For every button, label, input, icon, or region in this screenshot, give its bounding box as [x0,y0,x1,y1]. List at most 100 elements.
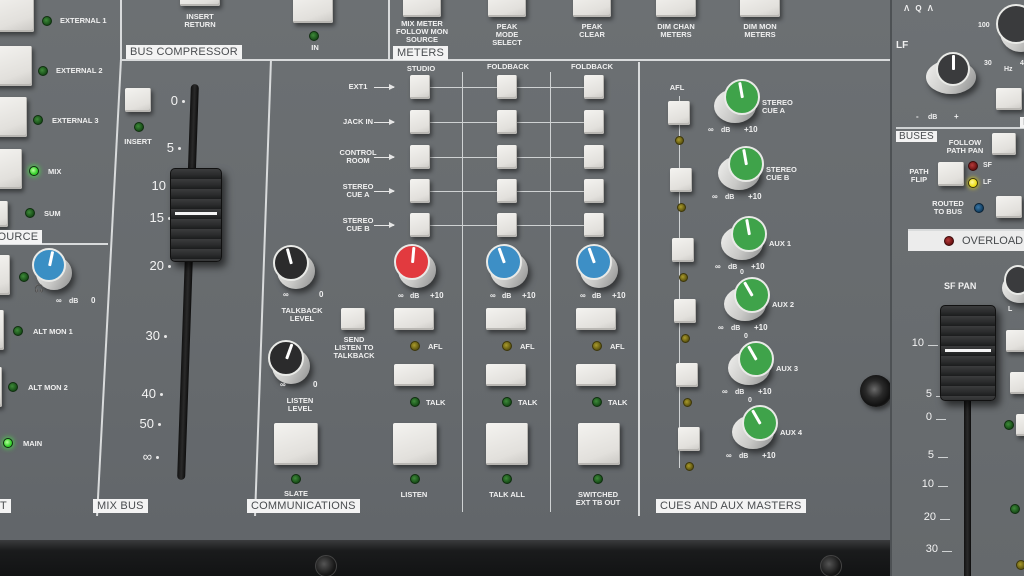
fader-scale-tick: 20 [149,258,164,273]
source-sum-button[interactable] [0,201,8,227]
cue-afl-button[interactable] [674,299,696,323]
insert-return-label: INSERT RETURN [184,12,216,29]
mix-meter-follow-button[interactable] [403,0,441,17]
path-flip-button[interactable] [938,162,964,186]
lf-bell-button[interactable] [996,88,1022,110]
channel-button-3[interactable] [1016,414,1024,436]
fader-scale-tick: 50 [139,416,154,431]
matrix-button-row2-col3[interactable] [584,110,604,134]
led-external-1 [42,16,52,26]
cue-aux-level-knob[interactable] [724,277,770,321]
output-phones-button[interactable] [0,255,10,295]
lf-freq-100: 100 [978,22,990,29]
switched-ext-tb-out-label: SWITCHED EXT TB OUT [575,490,621,507]
routed-to-bus-button[interactable] [996,196,1022,218]
matrix-button-row1-col1[interactable] [410,75,430,99]
knob-unit-label: dB [721,127,731,134]
insert-return-button[interactable] [180,0,220,6]
knob-unit-label: dB [502,293,512,300]
talk-button[interactable] [394,364,434,386]
cue-aux-level-knob[interactable] [718,146,764,190]
headphones-icon: 🎧 [34,284,44,293]
cue-aux-level-knob[interactable] [732,405,778,449]
cue-aux-level-knob[interactable] [721,216,767,260]
matrix-button-row4-col1[interactable] [410,179,430,203]
source-external-1-button[interactable] [0,0,34,32]
foldback-level-knob[interactable] [576,244,618,288]
led-slate [291,474,301,484]
matrix-button-row4-col2[interactable] [497,179,517,203]
talkback-level-knob[interactable] [273,245,315,289]
matrix-button-row5-col3[interactable] [584,213,604,237]
peak-clear-button[interactable] [573,0,611,17]
source-mix-button[interactable] [0,149,22,189]
column-label-foldback-a: FOLDBACK A [486,63,530,72]
matrix-button-row3-col2[interactable] [497,145,517,169]
channel-fader[interactable] [940,305,996,401]
mix-bus-fader[interactable] [170,168,222,262]
sf-pan-knob[interactable] [1002,265,1024,303]
listen-button[interactable] [393,423,437,465]
matrix-button-row3-col1[interactable] [410,145,430,169]
source-external-3-button[interactable] [0,97,27,137]
afl-button[interactable] [486,308,526,330]
cue-afl-button[interactable] [668,101,690,125]
matrix-button-row1-col2[interactable] [497,75,517,99]
knob-max-label: 0 [91,296,96,305]
cue-aux-level-knob[interactable] [714,79,760,123]
matrix-button-row5-col2[interactable] [497,213,517,237]
talk-all-button[interactable] [486,423,528,465]
lf-gain-knob[interactable] [926,52,976,94]
foldback-level-knob[interactable] [394,244,436,288]
matrix-button-row1-col3[interactable] [584,75,604,99]
channel-scale-tick: 30 [925,543,938,555]
bus-compressor-in-button[interactable] [293,0,333,23]
channel-button-2[interactable] [1010,372,1024,394]
peak-mode-select-button[interactable] [488,0,526,17]
slate-button[interactable] [274,423,318,465]
matrix-button-row3-col3[interactable] [584,145,604,169]
talk-button[interactable] [486,364,526,386]
afl-button[interactable] [576,308,616,330]
cue-afl-button[interactable] [672,238,694,262]
led-main [3,438,13,448]
divider [388,0,390,60]
led-alt-mon-1 [13,326,23,336]
dim-chan-meters-button[interactable] [656,0,696,17]
send-listen-to-talkback-button[interactable] [341,308,365,330]
channel-scale-tick: 5 [925,388,932,400]
talkback-mic-jack[interactable] [860,375,892,407]
follow-path-pan-button[interactable] [992,133,1016,155]
led-listen [410,474,420,484]
switched-ext-tb-out-button[interactable] [578,423,620,465]
cue-aux-level-knob[interactable] [728,341,774,385]
talk-button[interactable] [576,364,616,386]
arrow-icon [374,154,395,160]
headphone-level-knob[interactable] [32,248,72,290]
matrix-button-row2-col2[interactable] [497,110,517,134]
grid-line [550,72,551,512]
cue-afl-button[interactable] [670,168,692,192]
dim-mon-meters-button[interactable] [740,0,780,17]
afl-button[interactable] [394,308,434,330]
fader-scale-tick: 30 [145,328,160,343]
matrix-button-row5-col1[interactable] [410,213,430,237]
matrix-button-row2-col1[interactable] [410,110,430,134]
source-external-2-button[interactable] [0,46,32,86]
channel-button-1[interactable] [1006,330,1024,352]
led-overload [944,236,954,246]
cue-afl-button[interactable] [678,427,700,451]
arrow-icon [374,222,395,228]
knob-unit-label: dB [731,325,741,332]
cue-afl-button[interactable] [676,363,698,387]
afl-label: AFL [428,342,443,351]
alt-mon-2-button[interactable] [0,367,2,407]
listen-level-knob[interactable] [268,340,310,384]
section-label-communications: COMMUNICATIONS [247,499,360,513]
matrix-button-row4-col3[interactable] [584,179,604,203]
arrow-icon [374,188,395,194]
alt-mon-1-button[interactable] [0,310,4,350]
knob-max-label: +10 [751,262,765,271]
foldback-level-knob[interactable] [486,244,528,288]
lf-freq-knob[interactable] [996,4,1024,52]
